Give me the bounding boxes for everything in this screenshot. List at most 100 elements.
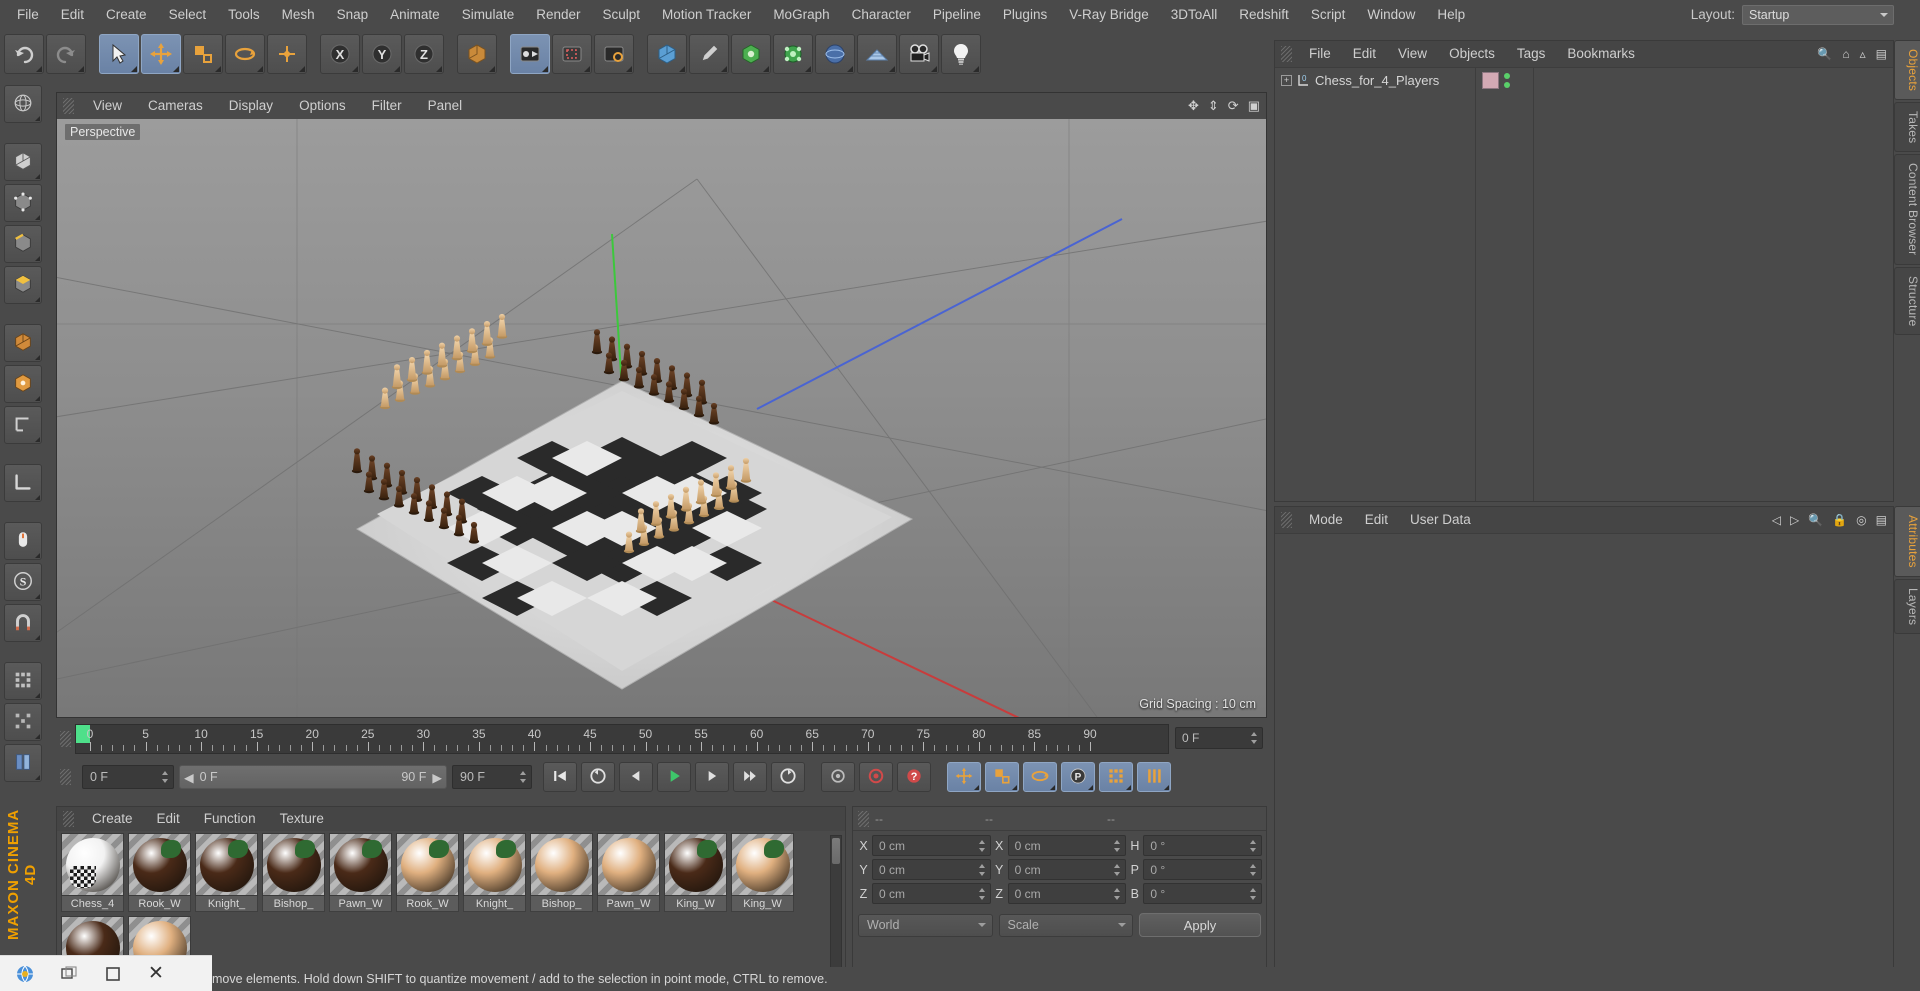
make-editable-button[interactable] (4, 143, 42, 181)
autokeying-button[interactable] (859, 762, 893, 792)
material-swatch[interactable] (597, 833, 660, 896)
rotate-button[interactable] (225, 34, 265, 74)
next-icon[interactable]: ▷ (1790, 513, 1799, 527)
rotation-p-field[interactable]: 0 ° (1143, 859, 1263, 880)
menu-3dtoall[interactable]: 3DToAll (1160, 8, 1229, 22)
material-item[interactable]: Knight_ (195, 833, 258, 912)
material-item[interactable]: Bishop_ (262, 833, 325, 912)
stepper-icon[interactable] (520, 771, 527, 783)
position-key-button[interactable] (947, 762, 981, 792)
size-y-field[interactable]: 0 cm (1007, 859, 1127, 880)
menu-mograph[interactable]: MoGraph (762, 8, 840, 22)
stepper-icon[interactable] (978, 839, 986, 852)
workplane-button[interactable] (4, 464, 42, 502)
menu-select[interactable]: Select (158, 8, 218, 22)
y-axis-lock-button[interactable]: Y (362, 34, 402, 74)
anim-end-frame-field[interactable]: 90 F (452, 765, 532, 789)
material-item[interactable]: Rook_W (396, 833, 459, 912)
attributes-menu-user-data[interactable]: User Data (1399, 513, 1482, 527)
objects-menu-tags[interactable]: Tags (1506, 47, 1557, 61)
deformer-button[interactable] (773, 34, 813, 74)
close-icon[interactable]: ✕ (148, 964, 164, 983)
lock-workplane-button[interactable] (4, 744, 42, 782)
menu-animate[interactable]: Animate (379, 8, 451, 22)
camera-button[interactable] (899, 34, 939, 74)
material-swatch[interactable] (61, 833, 124, 896)
enable-axis-button[interactable] (4, 662, 42, 700)
expand-icon[interactable]: ▤ (1876, 47, 1887, 61)
rotation-b-field[interactable]: 0 ° (1143, 883, 1263, 904)
material-item[interactable]: King_W (731, 833, 794, 912)
timeline-ruler[interactable]: 0 5 10 15 20 25 30 35 40 45 50 55 60 65 70 75 80 85 90 (75, 724, 1169, 754)
panel-grip-icon[interactable] (1281, 512, 1292, 528)
rotate-icon[interactable]: ⟳ (1228, 98, 1239, 114)
visibility-dots-icon[interactable] (1504, 73, 1510, 88)
tab-structure[interactable]: Structure (1894, 266, 1920, 336)
menu-tools[interactable]: Tools (217, 8, 271, 22)
menu-redshift[interactable]: Redshift (1228, 8, 1300, 22)
viewport-menu-view[interactable]: View (80, 99, 135, 113)
objects-menu-file[interactable]: File (1298, 47, 1342, 61)
material-menu-texture[interactable]: Texture (268, 812, 336, 826)
menu-edit[interactable]: Edit (50, 8, 95, 22)
material-item[interactable]: Knight_ (463, 833, 526, 912)
menu-create[interactable]: Create (95, 8, 158, 22)
model-mode-button[interactable] (4, 324, 42, 362)
scale-button[interactable] (183, 34, 223, 74)
menu-simulate[interactable]: Simulate (451, 8, 526, 22)
material-swatch[interactable] (396, 833, 459, 896)
material-scrollbar[interactable] (830, 835, 842, 977)
viewport-menu-options[interactable]: Options (286, 99, 359, 113)
material-swatch[interactable] (262, 833, 325, 896)
enable-snap-button[interactable] (4, 703, 42, 741)
browser-icon[interactable] (16, 965, 34, 983)
material-item[interactable]: Chess_4 (61, 833, 124, 912)
stepper-icon[interactable] (978, 863, 986, 876)
stepper-icon[interactable] (1250, 839, 1257, 852)
material-swatch[interactable] (731, 833, 794, 896)
menu-window[interactable]: Window (1356, 8, 1426, 22)
tab-takes[interactable]: Takes (1894, 102, 1920, 153)
pla-key-button[interactable] (1099, 762, 1133, 792)
step-forward-button[interactable] (695, 762, 729, 792)
menu-plugins[interactable]: Plugins (992, 8, 1058, 22)
size-z-field[interactable]: 0 cm (1007, 883, 1127, 904)
point-mode-button[interactable] (4, 184, 42, 222)
x-axis-lock-button[interactable]: X (320, 34, 360, 74)
play-button[interactable] (657, 762, 691, 792)
stepper-icon[interactable] (1114, 887, 1121, 900)
parameter-key-button[interactable]: P (1061, 762, 1095, 792)
go-to-start-button[interactable] (543, 762, 577, 792)
material-swatch[interactable] (128, 833, 191, 896)
pin-icon[interactable]: ◎ (1856, 513, 1866, 527)
viewport-menu-cameras[interactable]: Cameras (135, 99, 216, 113)
move-axis-button[interactable] (267, 34, 307, 74)
stepper-icon[interactable] (1114, 839, 1121, 852)
menu-pipeline[interactable]: Pipeline (922, 8, 992, 22)
rotation-key-button[interactable] (1023, 762, 1057, 792)
stepper-icon[interactable] (162, 771, 169, 783)
stepper-icon[interactable] (1250, 863, 1257, 876)
pan-icon[interactable]: ✥ (1188, 98, 1199, 114)
anim-start-frame-field[interactable]: 0 F (82, 765, 174, 789)
play-next-frame-button[interactable] (733, 762, 767, 792)
menu-motion-tracker[interactable]: Motion Tracker (651, 8, 762, 22)
objects-menu-objects[interactable]: Objects (1438, 47, 1506, 61)
magnet-button[interactable] (4, 604, 42, 642)
maximize-icon[interactable]: ▣ (1248, 98, 1260, 114)
tab-content-browser[interactable]: Content Browser (1894, 154, 1920, 265)
material-menu-create[interactable]: Create (80, 812, 145, 826)
attributes-menu-mode[interactable]: Mode (1298, 513, 1354, 527)
window-restore-icon[interactable] (60, 965, 78, 983)
material-swatch[interactable] (329, 833, 392, 896)
objects-tree-row[interactable]: + 0 Chess_for_4_Players (1275, 68, 1893, 93)
viewport-menu-display[interactable]: Display (216, 99, 286, 113)
viewport-menu-panel[interactable]: Panel (415, 99, 476, 113)
menu-sculpt[interactable]: Sculpt (592, 8, 652, 22)
menu-file[interactable]: File (6, 8, 50, 22)
record-active-objects-button[interactable] (821, 762, 855, 792)
home-icon[interactable]: ⌂ (1842, 47, 1849, 61)
range-left-arrow-icon[interactable]: ◀ (184, 770, 194, 785)
transform-mode-dropdown[interactable]: Scale (998, 913, 1133, 937)
layer-color-tag-icon[interactable] (1482, 72, 1499, 89)
